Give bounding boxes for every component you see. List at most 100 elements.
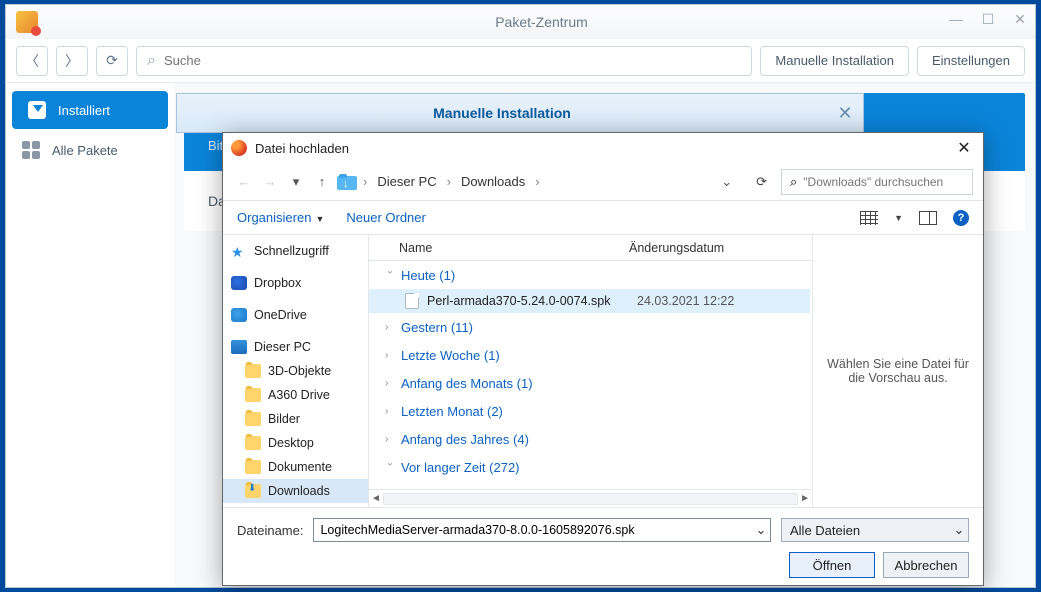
tree-this-pc[interactable]: Dieser PC — [223, 335, 368, 359]
file-dialog-close-icon[interactable]: ✕ — [953, 138, 975, 158]
pc-icon — [231, 340, 247, 354]
breadcrumb-dropdown-icon[interactable]: ⌄ — [711, 174, 742, 190]
forward-button[interactable]: 〉 — [56, 46, 88, 76]
cancel-button[interactable]: Abbrechen — [883, 552, 969, 578]
manual-install-close-icon[interactable]: ✕ — [827, 103, 863, 124]
installed-icon — [28, 101, 46, 119]
preview-pane-icon[interactable] — [919, 211, 937, 225]
back-button[interactable]: 〈 — [16, 46, 48, 76]
file-date: 24.03.2021 12:22 — [637, 294, 734, 308]
horizontal-scrollbar[interactable]: ◄► — [369, 489, 812, 507]
chevron-icon: › — [385, 322, 395, 333]
folder-search-field[interactable]: ⌕ — [781, 169, 973, 195]
group-label: Anfang des Monats (1) — [401, 376, 533, 391]
minimize-icon[interactable]: — — [947, 11, 965, 28]
folder-icon — [245, 412, 261, 426]
file-icon — [405, 293, 419, 309]
tree-onedrive[interactable]: OneDrive — [223, 303, 368, 327]
dropbox-icon — [231, 276, 247, 290]
sidebar: Installiert Alle Pakete — [6, 83, 174, 587]
nav-refresh-icon[interactable]: ⟳ — [746, 174, 777, 190]
tree-dropbox[interactable]: Dropbox — [223, 271, 368, 295]
tree-quick-access[interactable]: ★Schnellzugriff — [223, 239, 368, 263]
filter-label: Alle Dateien — [782, 523, 950, 538]
firefox-icon — [231, 140, 247, 156]
onedrive-icon — [231, 308, 247, 322]
breadcrumb-root[interactable]: Dieser PC — [373, 174, 440, 189]
maximize-icon[interactable]: ☐ — [979, 11, 997, 28]
file-group[interactable]: › Anfang des Monats (1) — [369, 369, 810, 397]
new-folder-button[interactable]: Neuer Ordner — [346, 210, 425, 225]
toolbar: 〈 〉 ⟳ ⌕ Manuelle Installation Einstellun… — [6, 39, 1035, 83]
all-packages-icon — [22, 141, 40, 159]
file-row[interactable]: Perl-armada370-5.24.0-0074.spk24.03.2021… — [369, 289, 810, 313]
file-list-body[interactable]: ›Heute (1)Perl-armada370-5.24.0-0074.spk… — [369, 261, 812, 489]
manual-install-dialog: Manuelle Installation ✕ — [176, 93, 864, 133]
sidebar-item-label: Installiert — [58, 103, 110, 118]
manual-install-title: Manuelle Installation — [177, 105, 827, 121]
tree-pictures[interactable]: Bilder — [223, 407, 368, 431]
open-button[interactable]: Öffnen — [789, 552, 875, 578]
file-dialog-toolbar: Organisieren▼ Neuer Ordner ▼ ? — [223, 201, 983, 235]
refresh-button[interactable]: ⟳ — [96, 46, 128, 76]
folder-tree[interactable]: ★Schnellzugriff Dropbox OneDrive Dieser … — [223, 235, 369, 507]
file-group[interactable]: ›Anfang des Jahres (4) — [369, 425, 810, 453]
breadcrumb-folder[interactable]: Downloads — [457, 174, 529, 189]
folder-icon — [245, 364, 261, 378]
folder-icon — [245, 436, 261, 450]
close-icon[interactable]: ✕ — [1011, 11, 1029, 28]
organize-button[interactable]: Organisieren▼ — [237, 210, 324, 225]
sidebar-item-label: Alle Pakete — [52, 143, 118, 158]
manual-install-button[interactable]: Manuelle Installation — [760, 46, 909, 76]
settings-button[interactable]: Einstellungen — [917, 46, 1025, 76]
group-label: Vor langer Zeit (272) — [401, 460, 520, 475]
group-label: Gestern (11) — [401, 320, 473, 335]
filename-dropdown-icon[interactable]: ⌄ — [752, 522, 770, 538]
filename-field[interactable]: ⌄ — [313, 518, 771, 542]
file-group[interactable]: ›Letzte Woche (1) — [369, 341, 810, 369]
window-titlebar[interactable]: Paket-Zentrum — ☐ ✕ — [6, 5, 1035, 39]
group-label: Anfang des Jahres (4) — [401, 432, 529, 447]
filename-input[interactable] — [314, 523, 752, 537]
sidebar-item-all-packages[interactable]: Alle Pakete — [6, 131, 174, 169]
chevron-icon: › — [385, 378, 395, 389]
tree-documents[interactable]: Dokumente — [223, 455, 368, 479]
window-title: Paket-Zentrum — [48, 14, 1035, 30]
tree-downloads[interactable]: Downloads — [223, 479, 368, 503]
sidebar-item-installed[interactable]: Installiert — [12, 91, 168, 129]
file-list-header[interactable]: Name Änderungsdatum — [369, 235, 812, 261]
help-icon[interactable]: ? — [953, 210, 969, 226]
folder-search-input[interactable] — [803, 175, 964, 189]
file-open-dialog: Datei hochladen ✕ ← → ▾ ↑ ↓ › Dieser PC … — [222, 132, 984, 586]
nav-back-icon[interactable]: ← — [233, 174, 255, 189]
file-type-filter[interactable]: Alle Dateien ⌄ — [781, 518, 969, 542]
downloads-folder-icon — [245, 484, 261, 498]
file-group[interactable]: ›Vor langer Zeit (272) — [369, 453, 810, 481]
file-group[interactable]: ›Letzten Monat (2) — [369, 397, 810, 425]
nav-forward-icon[interactable]: → — [259, 174, 281, 189]
search-field[interactable]: ⌕ — [136, 46, 752, 76]
view-options-icon[interactable] — [860, 211, 878, 225]
file-dialog-title: Datei hochladen — [255, 141, 349, 156]
file-group[interactable]: ›Heute (1) — [369, 261, 810, 289]
file-group[interactable]: › Gestern (11) — [369, 313, 810, 341]
filename-label: Dateiname: — [237, 523, 303, 538]
nav-up-icon[interactable]: ↑ — [311, 174, 333, 189]
file-list: Name Änderungsdatum ›Heute (1)Perl-armad… — [369, 235, 813, 507]
nav-recent-icon[interactable]: ▾ — [285, 174, 307, 190]
filter-dropdown-icon[interactable]: ⌄ — [950, 522, 968, 538]
preview-empty-text: Wählen Sie eine Datei für die Vorschau a… — [827, 357, 969, 385]
chevron-icon: › — [385, 270, 396, 280]
column-name[interactable]: Name — [369, 241, 629, 255]
search-input[interactable] — [164, 53, 741, 68]
tree-3d-objects[interactable]: 3D-Objekte — [223, 359, 368, 383]
crumb-sep-icon: › — [445, 174, 453, 189]
column-date[interactable]: Änderungsdatum — [629, 241, 812, 255]
tree-desktop[interactable]: Desktop — [223, 431, 368, 455]
search-icon: ⌕ — [147, 52, 156, 70]
package-center-icon — [16, 11, 38, 33]
tree-a360[interactable]: A360 Drive — [223, 383, 368, 407]
view-options-caret-icon[interactable]: ▼ — [894, 213, 903, 223]
download-folder-icon: ↓ — [337, 174, 357, 190]
file-dialog-titlebar[interactable]: Datei hochladen ✕ — [223, 133, 983, 163]
